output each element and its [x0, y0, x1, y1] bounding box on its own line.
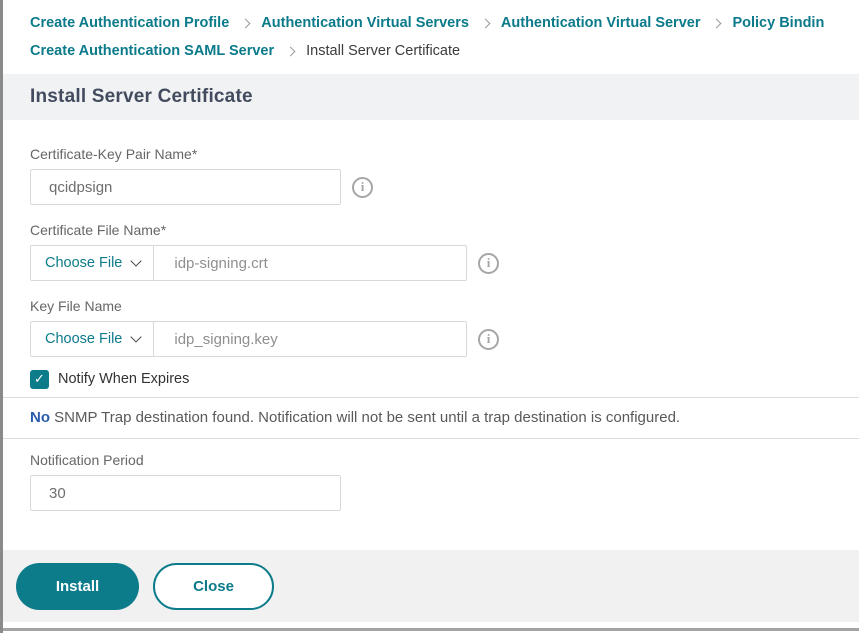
cert-file-name-input[interactable] — [154, 246, 466, 280]
info-icon[interactable]: i — [478, 329, 499, 350]
breadcrumb-install-server-certificate: Install Server Certificate — [306, 43, 460, 59]
breadcrumb-authentication-virtual-server[interactable]: Authentication Virtual Server — [501, 15, 701, 31]
chevron-right-icon — [286, 46, 296, 56]
install-button[interactable]: Install — [16, 563, 139, 610]
cert-file-control: Choose File — [30, 245, 467, 281]
breadcrumb-line-2: Create Authentication SAML Server Instal… — [30, 37, 859, 65]
snmp-notice-prefix: No — [30, 409, 50, 426]
breadcrumb-authentication-virtual-servers[interactable]: Authentication Virtual Servers — [261, 15, 469, 31]
breadcrumb-policy-binding[interactable]: Policy Bindin — [732, 15, 824, 31]
page-title-bar: Install Server Certificate — [3, 74, 859, 120]
chevron-right-icon — [712, 18, 722, 28]
chevron-right-icon — [241, 18, 251, 28]
cert-file-label: Certificate File Name* — [30, 222, 859, 238]
key-file-group: Key File Name Choose File i — [30, 298, 859, 357]
install-certificate-form: Certificate-Key Pair Name* i Certificate… — [3, 120, 859, 511]
breadcrumb-line-1: Create Authentication Profile Authentica… — [30, 9, 859, 37]
footer-action-bar: Install Close — [3, 550, 859, 622]
install-server-certificate-panel: { "breadcrumb": { "line1": [ { "label": … — [0, 0, 859, 633]
notify-when-expires-row: ✓ Notify When Expires — [30, 369, 859, 389]
cert-key-pair-label: Certificate-Key Pair Name* — [30, 146, 859, 162]
notify-when-expires-label: Notify When Expires — [58, 371, 189, 387]
breadcrumb-create-authentication-saml-server[interactable]: Create Authentication SAML Server — [30, 43, 274, 59]
info-icon[interactable]: i — [352, 177, 373, 198]
chevron-right-icon — [480, 18, 490, 28]
chevron-down-icon — [131, 255, 142, 266]
breadcrumb-create-authentication-profile[interactable]: Create Authentication Profile — [30, 15, 229, 31]
notification-period-group: Notification Period — [30, 452, 859, 511]
choose-file-label: Choose File — [45, 255, 122, 271]
notification-period-label: Notification Period — [30, 452, 859, 468]
cert-key-pair-group: Certificate-Key Pair Name* i — [30, 146, 859, 205]
horizontal-scrollbar[interactable] — [3, 628, 859, 631]
cert-file-choose-button[interactable]: Choose File — [31, 246, 154, 280]
choose-file-label: Choose File — [45, 331, 122, 347]
snmp-notice-text: SNMP Trap destination found. Notificatio… — [50, 409, 680, 426]
key-file-name-input[interactable] — [154, 322, 466, 356]
chevron-down-icon — [131, 331, 142, 342]
breadcrumb: Create Authentication Profile Authentica… — [3, 0, 859, 65]
notification-period-input[interactable] — [30, 475, 341, 511]
cert-key-pair-input[interactable] — [30, 169, 341, 205]
key-file-label: Key File Name — [30, 298, 859, 314]
info-icon[interactable]: i — [478, 253, 499, 274]
key-file-control: Choose File — [30, 321, 467, 357]
notify-when-expires-checkbox[interactable]: ✓ — [30, 370, 49, 389]
close-button[interactable]: Close — [153, 563, 274, 610]
page-title: Install Server Certificate — [30, 86, 253, 108]
cert-file-group: Certificate File Name* Choose File i — [30, 222, 859, 281]
snmp-trap-notice: No SNMP Trap destination found. Notifica… — [3, 398, 859, 438]
key-file-choose-button[interactable]: Choose File — [31, 322, 154, 356]
